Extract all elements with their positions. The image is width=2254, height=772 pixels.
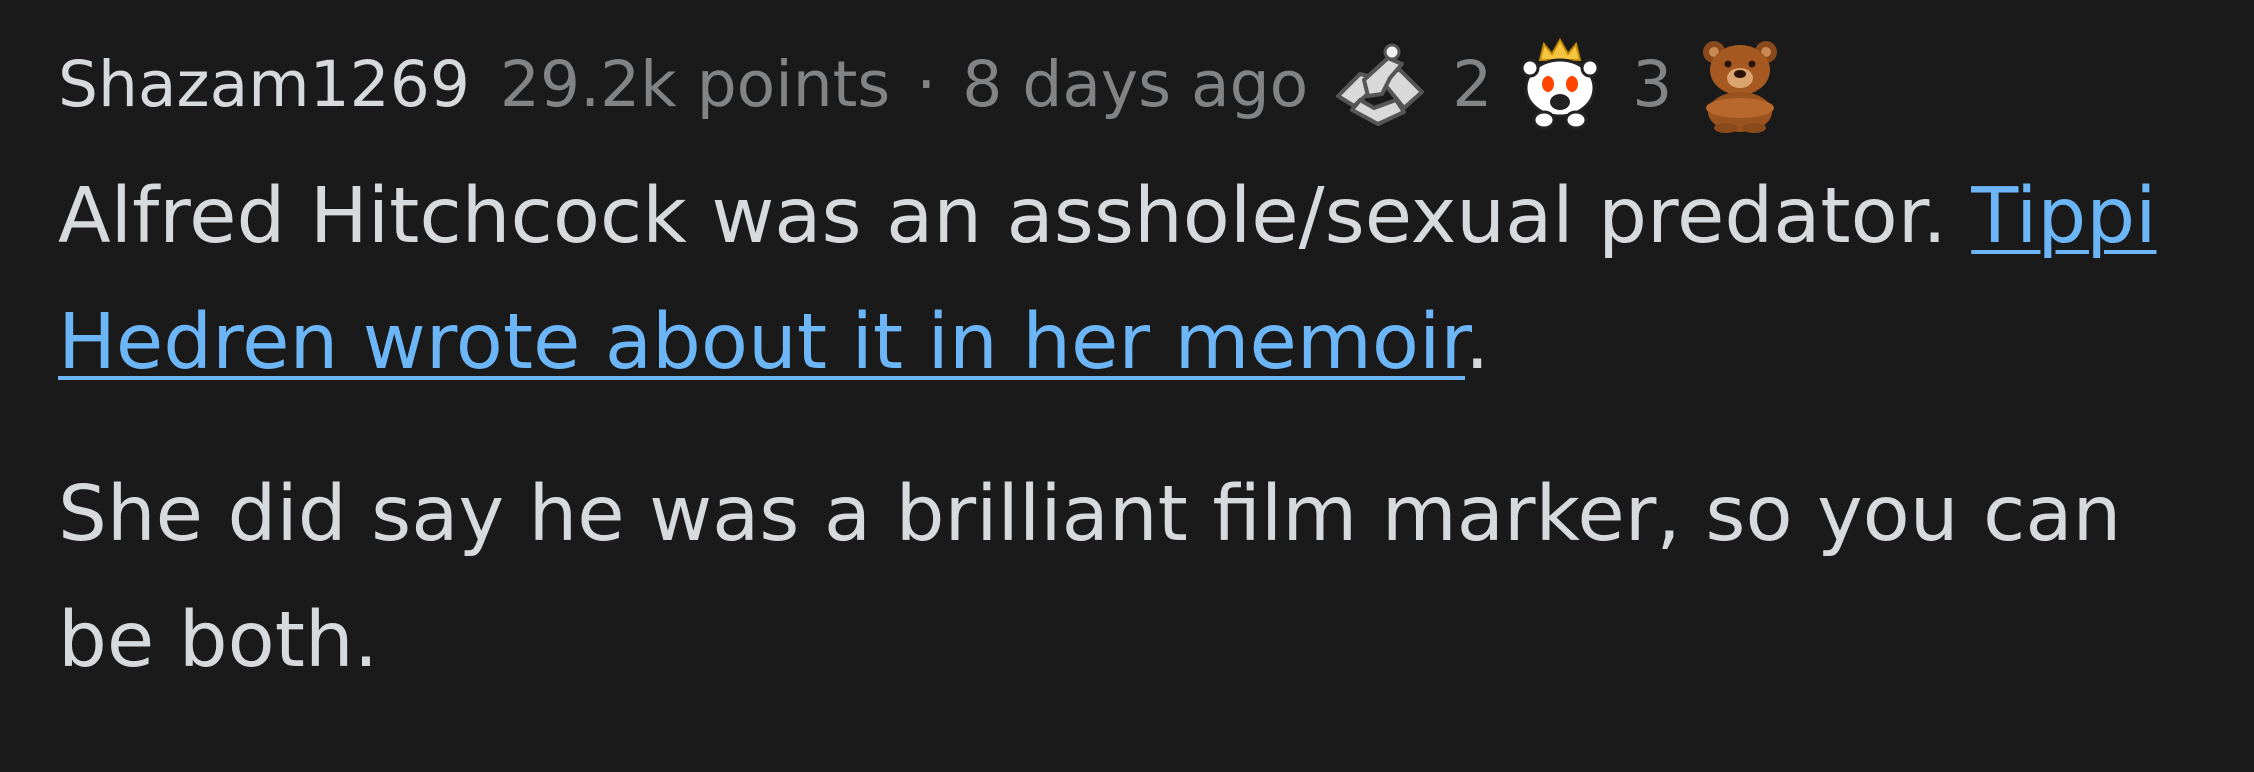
comment-points: 29.2k points [499,47,891,121]
award-count: 2 [1452,47,1493,121]
author-link[interactable]: Shazam1269 [58,48,470,121]
award-wholesome[interactable] [1510,34,1610,134]
bear-award-icon [1703,41,1778,133]
wholesome-award-icon [1520,37,1600,130]
paragraph-text: . [1465,298,1490,387]
comment-paragraph: Alfred Hitchcock was an asshole/sexual p… [58,154,2218,406]
comment-age[interactable]: 8 days ago [962,48,1308,121]
comment-paragraph: She did say he was a brilliant film mark… [58,470,2122,685]
handshake-award-icon [1336,43,1425,126]
meta-separator: · [916,47,937,121]
award-handshake[interactable] [1330,34,1430,134]
award-bear[interactable] [1690,34,1790,134]
comment: Shazam1269 29.2k points · 8 days ago 2 3… [58,34,2218,704]
comment-meta: Shazam1269 29.2k points · 8 days ago 2 3 [58,34,2218,134]
comment-body: Alfred Hitchcock was an asshole/sexual p… [58,154,2218,704]
award-count: 3 [1632,47,1673,121]
paragraph-text: Alfred Hitchcock was an asshole/sexual p… [58,172,1972,261]
